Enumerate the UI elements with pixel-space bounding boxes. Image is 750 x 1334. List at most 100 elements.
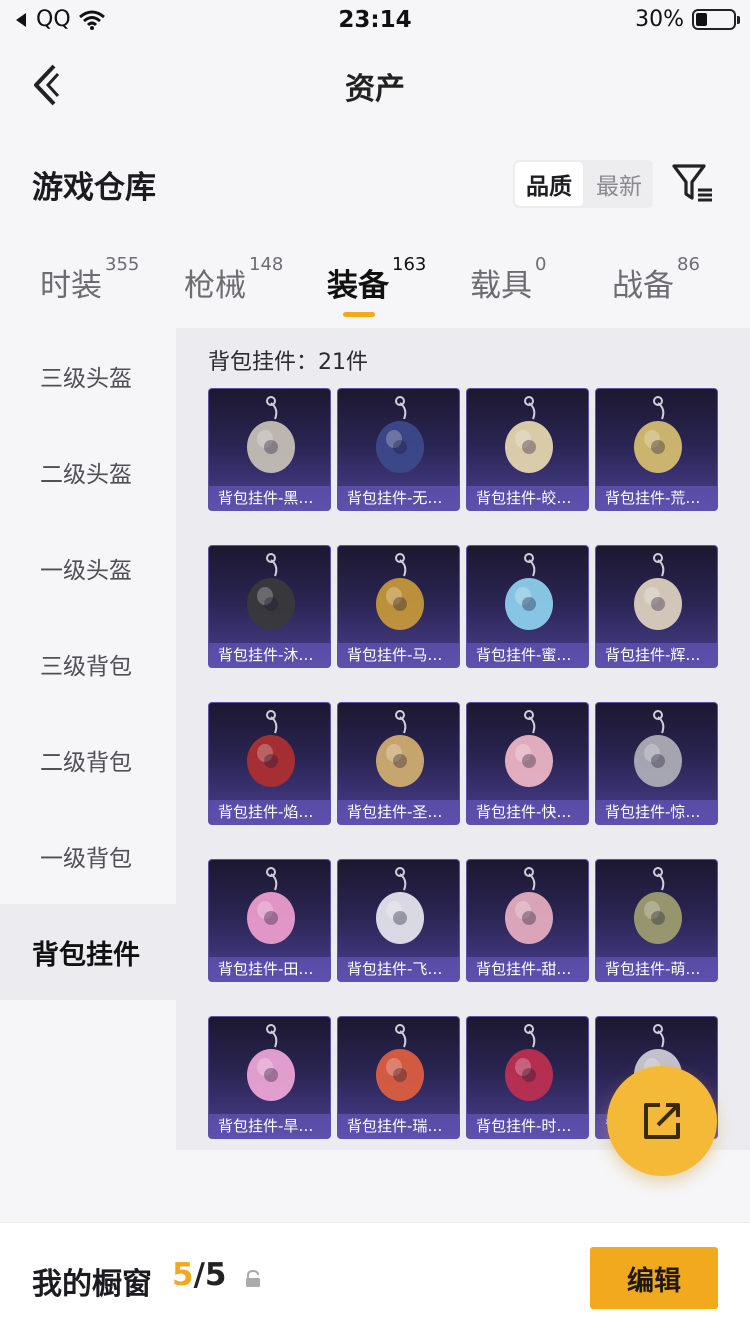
item-card[interactable]: 背包挂件-甜… bbox=[466, 859, 589, 982]
showcase-label: 我的橱窗 bbox=[32, 1267, 152, 1302]
item-grid: 背包挂件-黑… 背包挂件-无… 背包挂件-皎… 背包挂件-荒… 背包挂件-沐… 背包挂件-… bbox=[208, 388, 720, 1139]
zongzi-charm-icon bbox=[634, 867, 682, 944]
status-bar: QQ 23:14 30% bbox=[0, 0, 750, 40]
knot-charm-icon bbox=[247, 710, 295, 787]
item-card[interactable]: 背包挂件-沐… bbox=[208, 545, 331, 668]
showcase-count: 5/5 bbox=[172, 1257, 226, 1293]
holy-gem-charm-icon bbox=[376, 710, 424, 787]
tab-label: 载具 bbox=[470, 268, 532, 304]
item-card[interactable]: 背包挂件-辉… bbox=[595, 545, 718, 668]
item-name: 背包挂件-焰… bbox=[209, 800, 330, 824]
item-name: 背包挂件-时… bbox=[467, 1114, 588, 1138]
item-name: 背包挂件-辉… bbox=[596, 643, 717, 667]
item-card[interactable]: 背包挂件-旱… bbox=[208, 1016, 331, 1139]
item-card[interactable]: 背包挂件-时… bbox=[466, 1016, 589, 1139]
umbrella-charm-icon bbox=[505, 867, 553, 944]
tab-firearms[interactable]: 枪械148 bbox=[184, 254, 283, 305]
subcategory-item[interactable]: 一级背包 bbox=[0, 808, 176, 904]
sort-newest-option[interactable]: 最新 bbox=[585, 160, 653, 208]
battery-fill bbox=[696, 13, 707, 26]
edit-button[interactable]: 编辑 bbox=[590, 1247, 718, 1309]
dark-gem-charm-icon bbox=[376, 396, 424, 473]
item-name: 背包挂件-黑… bbox=[209, 486, 330, 510]
donut-charm-icon bbox=[505, 710, 553, 787]
tab-count: 148 bbox=[249, 254, 284, 275]
roller-skate-charm-icon bbox=[247, 1024, 295, 1101]
tab-count: 355 bbox=[105, 254, 140, 275]
item-card[interactable]: 背包挂件-瑞… bbox=[337, 1016, 460, 1139]
tab-count: 163 bbox=[392, 254, 427, 275]
moon-charm-icon bbox=[505, 396, 553, 473]
heart-charm-icon bbox=[505, 553, 553, 630]
item-name: 背包挂件-荒… bbox=[596, 486, 717, 510]
item-card[interactable]: 背包挂件-田… bbox=[208, 859, 331, 982]
subcategory-item[interactable]: 一级头盔 bbox=[0, 520, 176, 616]
tab-fashion[interactable]: 时装355 bbox=[40, 254, 139, 305]
sort-toggle: 品质 最新 bbox=[513, 160, 653, 208]
item-name: 背包挂件-快… bbox=[467, 800, 588, 824]
tab-label: 时装 bbox=[40, 268, 102, 304]
cat-charm-icon bbox=[247, 553, 295, 630]
filter-button[interactable] bbox=[670, 160, 716, 206]
tab-label: 枪械 bbox=[184, 268, 246, 304]
item-name: 背包挂件-皎… bbox=[467, 486, 588, 510]
subcategory-item[interactable]: 三级背包 bbox=[0, 616, 176, 712]
item-card[interactable]: 背包挂件-荒… bbox=[595, 388, 718, 511]
item-card[interactable]: 背包挂件-黑… bbox=[208, 388, 331, 511]
item-card[interactable]: 背包挂件-蜜… bbox=[466, 545, 589, 668]
tab-supplies[interactable]: 战备86 bbox=[612, 254, 700, 305]
item-name: 背包挂件-无… bbox=[338, 486, 459, 510]
item-name: 背包挂件-马… bbox=[338, 643, 459, 667]
item-name: 背包挂件-萌… bbox=[596, 957, 717, 981]
item-card[interactable]: 背包挂件-无… bbox=[337, 388, 460, 511]
lantern-charm-icon bbox=[376, 1024, 424, 1101]
tassel-charm-icon bbox=[634, 710, 682, 787]
subcategory-list: 三级头盔 二级头盔 一级头盔 三级背包 二级背包 一级背包 背包挂件 bbox=[0, 328, 176, 1000]
item-name: 背包挂件-瑞… bbox=[338, 1114, 459, 1138]
lock-icon bbox=[246, 1269, 260, 1287]
tab-vehicles[interactable]: 载具0 bbox=[470, 254, 546, 305]
item-name: 背包挂件-圣… bbox=[338, 800, 459, 824]
showcase-total: 5 bbox=[204, 1257, 227, 1293]
item-name: 背包挂件-飞… bbox=[338, 957, 459, 981]
item-card[interactable]: 背包挂件-快… bbox=[466, 702, 589, 825]
tab-label: 装备 bbox=[327, 268, 389, 304]
winged-eye-charm-icon bbox=[376, 867, 424, 944]
item-card[interactable]: 背包挂件-圣… bbox=[337, 702, 460, 825]
tab-count: 0 bbox=[535, 254, 547, 275]
item-count: 背包挂件：21件 bbox=[208, 350, 368, 375]
item-card[interactable]: 背包挂件-马… bbox=[337, 545, 460, 668]
item-name: 背包挂件-甜… bbox=[467, 957, 588, 981]
sun-charm-icon bbox=[634, 396, 682, 473]
item-card[interactable]: 背包挂件-皎… bbox=[466, 388, 589, 511]
active-tab-indicator bbox=[343, 312, 375, 317]
subcategory-item[interactable]: 二级背包 bbox=[0, 712, 176, 808]
filter-icon bbox=[672, 164, 712, 202]
item-name: 背包挂件-田… bbox=[209, 957, 330, 981]
battery-icon bbox=[692, 9, 740, 30]
tab-label: 战备 bbox=[612, 268, 674, 304]
item-card[interactable]: 背包挂件-惊… bbox=[595, 702, 718, 825]
showcase-bar: 我的橱窗 5/5 编辑 bbox=[0, 1222, 750, 1334]
battery-percent: 30% bbox=[635, 7, 684, 32]
rocking-horse-charm-icon bbox=[376, 553, 424, 630]
page-title: 资产 bbox=[345, 72, 405, 107]
sort-quality-option[interactable]: 品质 bbox=[515, 162, 583, 206]
section-title: 游戏仓库 bbox=[32, 170, 156, 206]
item-card[interactable]: 背包挂件-萌… bbox=[595, 859, 718, 982]
item-panel: 背包挂件：21件 背包挂件-黑… 背包挂件-无… 背包挂件-皎… 背包挂件-荒… 背包挂… bbox=[176, 328, 750, 1150]
bone-charm-icon bbox=[247, 396, 295, 473]
showcase-separator: / bbox=[193, 1257, 205, 1293]
crown-charm-icon bbox=[505, 1024, 553, 1101]
subcategory-item-active[interactable]: 背包挂件 bbox=[0, 904, 176, 1000]
share-button[interactable] bbox=[607, 1066, 717, 1176]
item-card[interactable]: 背包挂件-焰… bbox=[208, 702, 331, 825]
item-name: 背包挂件-惊… bbox=[596, 800, 717, 824]
subcategory-item[interactable]: 二级头盔 bbox=[0, 424, 176, 520]
category-tabs: 时装355 枪械148 装备163 载具0 战备86 bbox=[0, 254, 750, 320]
item-card[interactable]: 背包挂件-飞… bbox=[337, 859, 460, 982]
item-name: 背包挂件-蜜… bbox=[467, 643, 588, 667]
card-charm-icon bbox=[247, 867, 295, 944]
subcategory-item[interactable]: 三级头盔 bbox=[0, 328, 176, 424]
tab-equipment[interactable]: 装备163 bbox=[327, 254, 426, 305]
